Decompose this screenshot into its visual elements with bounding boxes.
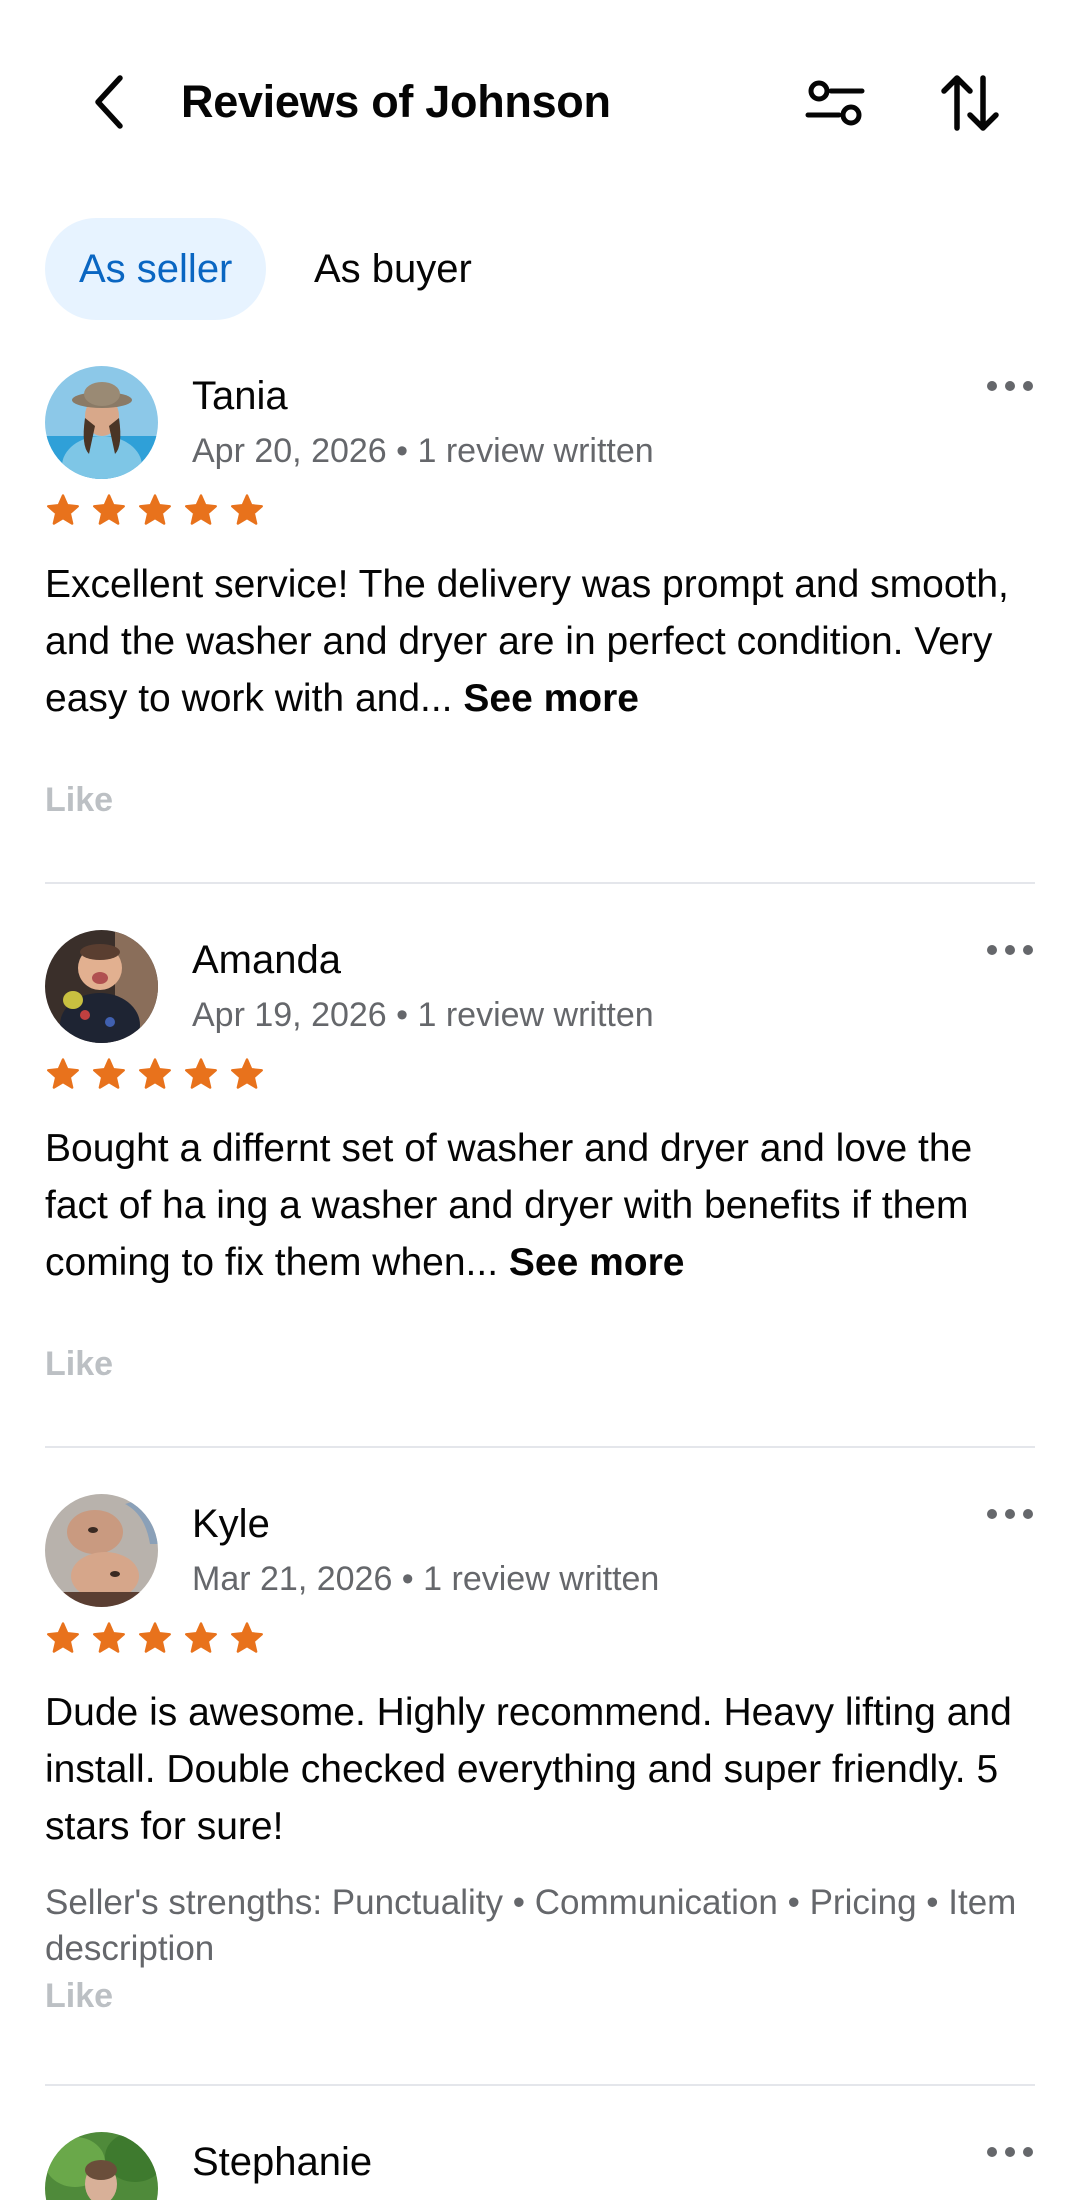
more-horizontal-icon [987,381,1033,391]
divider [45,1446,1035,1448]
star-icon [93,1058,125,1089]
reviewer-name[interactable]: Tania [192,370,288,422]
avatar[interactable] [45,930,158,1043]
star-icon [139,1622,171,1653]
review-text: Bought a differnt set of washer and drye… [45,1120,1045,1291]
review-body: Dude is awesome. Highly recommend. Heavy… [45,1691,1012,1848]
star-icon [185,1622,217,1653]
seller-strengths: Seller's strengths: Punctuality • Commun… [45,1883,1017,1968]
review-item: Kyle Mar 21, 2026 • 1 review written Dud… [0,1494,1080,2084]
star-icon [139,494,171,525]
star-icon [231,494,263,525]
like-button[interactable]: Like [45,1342,113,1386]
star-icon [139,1058,171,1089]
review-meta: Mar 21, 2026 • 1 review written [192,1560,660,1598]
review-item: Tania Apr 20, 2026 • 1 review written Ex… [0,366,1080,886]
more-horizontal-icon [987,2147,1033,2157]
more-options-button[interactable] [980,930,1040,970]
sliders-icon [805,80,865,126]
see-more-link[interactable]: See more [463,677,639,720]
star-rating [45,494,265,528]
chevron-left-icon [95,75,123,129]
review-item: Amanda Apr 19, 2026 • 1 review written B… [0,930,1080,1450]
reviewer-name[interactable]: Stephanie [192,2136,372,2188]
tab-as-seller[interactable]: As seller [45,218,267,320]
more-options-button[interactable] [980,1494,1040,1534]
like-button[interactable]: Like [45,778,113,822]
star-icon [185,494,217,525]
star-rating [45,1622,265,1656]
see-more-link[interactable]: See more [509,1241,685,1284]
star-icon [185,1058,217,1089]
avatar[interactable] [45,366,158,479]
star-icon [47,494,79,525]
like-button[interactable]: Like [45,1974,113,2018]
divider [45,882,1035,884]
reviews-page: Reviews of Johnson As seller As buyer Ta… [0,0,1080,2200]
reviewer-name[interactable]: Amanda [192,934,341,986]
star-icon [47,1622,79,1653]
tab-as-buyer[interactable]: As buyer [280,218,506,320]
more-options-button[interactable] [980,2132,1040,2172]
review-text: Excellent service! The delivery was prom… [45,556,1045,727]
sort-button[interactable] [935,68,1005,138]
filter-button[interactable] [800,70,870,136]
divider [45,2084,1035,2086]
review-meta: Apr 19, 2026 • 1 review written [192,996,654,1034]
more-horizontal-icon [987,945,1033,955]
star-icon [231,1622,263,1653]
back-button[interactable] [78,62,142,142]
more-options-button[interactable] [980,366,1040,406]
review-item: Stephanie [0,2132,1080,2200]
sort-arrows-icon [941,75,999,131]
avatar[interactable] [45,2132,158,2200]
star-icon [93,1622,125,1653]
review-meta: Apr 20, 2026 • 1 review written [192,432,654,470]
star-icon [231,1058,263,1089]
star-icon [93,494,125,525]
star-rating [45,1058,265,1092]
review-text: Dude is awesome. Highly recommend. Heavy… [45,1684,1045,1855]
avatar[interactable] [45,1494,158,1607]
star-icon [47,1058,79,1089]
page-title: Reviews of Johnson [181,76,611,127]
more-horizontal-icon [987,1509,1033,1519]
reviewer-name[interactable]: Kyle [192,1498,270,1550]
header-bar: Reviews of Johnson [0,0,1080,205]
